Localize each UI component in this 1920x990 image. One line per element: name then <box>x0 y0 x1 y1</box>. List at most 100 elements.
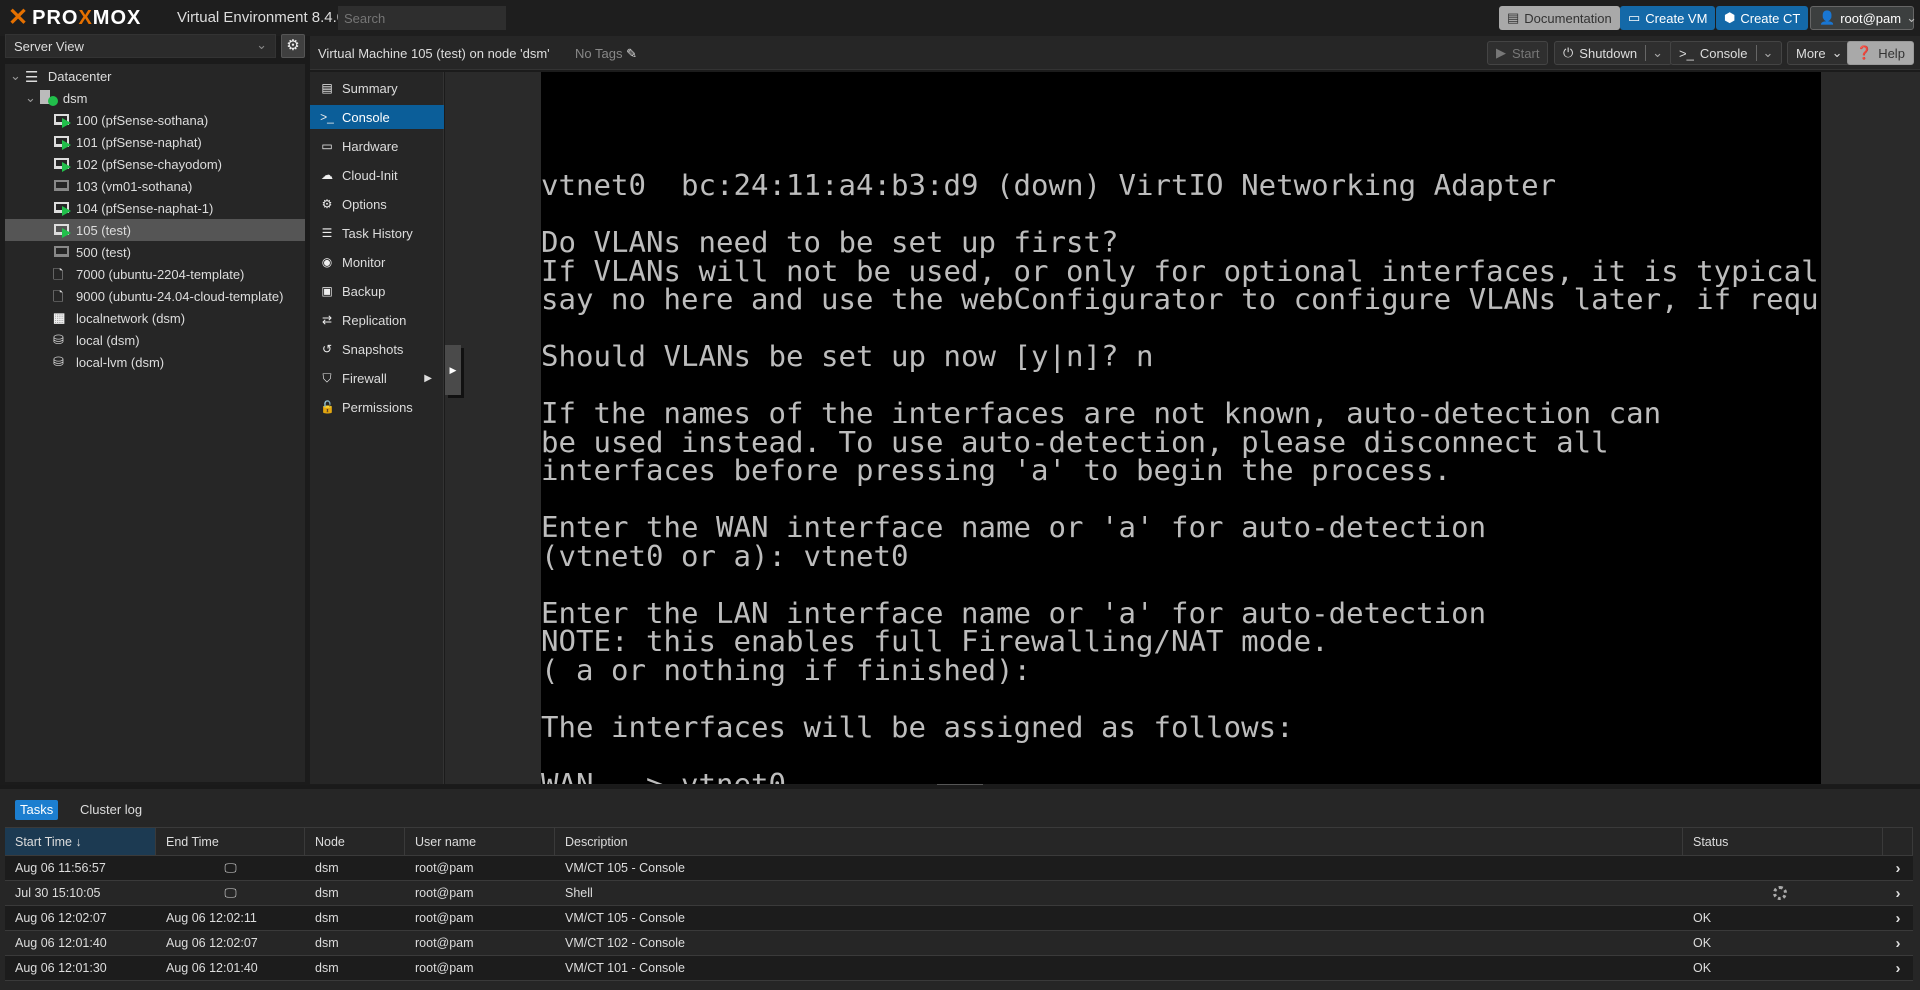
content-header: Virtual Machine 105 (test) on node 'dsm'… <box>310 36 1920 70</box>
search-input[interactable] <box>338 6 506 30</box>
console-line: If the names of the interfaces are not k… <box>541 397 1662 430</box>
tree-item-storage[interactable]: ⛁ local (dsm) <box>5 329 305 351</box>
chevron-down-icon: ⌄ <box>256 37 267 52</box>
unlock-icon: 🔓 <box>320 400 335 414</box>
chevron-down-icon[interactable]: ⌄ <box>1645 45 1663 61</box>
cell-start: Jul 30 15:10:05 <box>15 886 101 900</box>
col-start-time[interactable]: Start Time ↓ <box>5 828 156 855</box>
monitor-icon: 🖵 <box>224 885 237 900</box>
tree-item-template[interactable]: 🗋 9000 (ubuntu-24.04-cloud-template) <box>5 285 305 307</box>
console-button[interactable]: >_ Console ⌄ <box>1670 41 1783 65</box>
vm-running-icon <box>53 200 71 216</box>
database-icon: ⛁ <box>53 354 64 369</box>
console-line: interfaces before pressing 'a' to begin … <box>541 454 1452 487</box>
expand-arrow-icon: ▶ <box>424 372 432 384</box>
col-description[interactable]: Description <box>555 828 1683 855</box>
nav-backup[interactable]: ▣ Backup <box>310 279 444 303</box>
cell-description: VM/CT 105 - Console <box>565 861 685 875</box>
create-ct-button[interactable]: ⬢ Create CT <box>1716 6 1809 30</box>
cell-user: root@pam <box>415 861 474 875</box>
nav-monitor[interactable]: ◉ Monitor <box>310 250 444 274</box>
table-row[interactable]: Jul 30 15:10:05 🖵 dsm root@pam Shell › <box>5 881 1913 906</box>
console-line: ( a or nothing if finished): <box>541 653 1032 687</box>
nav-hardware[interactable]: ▭ Hardware <box>310 134 444 158</box>
vnc-console-screen[interactable]: vtnet0 bc:24:11:a4:b3:d9 (down) VirtIO N… <box>541 72 1821 784</box>
tab-cluster-log[interactable]: Cluster log <box>80 800 142 820</box>
nav-console[interactable]: >_ Console <box>310 105 444 129</box>
cell-description: VM/CT 101 - Console <box>565 961 685 975</box>
cell-node: dsm <box>315 961 339 975</box>
user-menu-button[interactable]: 👤 root@pam ⌄ <box>1810 6 1917 30</box>
server-rack-icon: ☰ <box>24 69 39 86</box>
nav-options[interactable]: ⚙ Options <box>310 192 444 216</box>
top-bar: ✕PROXMOX Virtual Environment 8.4.0 ▤Docu… <box>0 0 1920 36</box>
history-icon: ↺ <box>321 342 333 356</box>
cell-status: OK <box>1693 961 1712 975</box>
table-row[interactable]: Aug 06 11:56:57 🖵 dsm root@pam VM/CT 105 - C… <box>5 856 1913 881</box>
tree-item-vm[interactable]: 103 (vm01-sothana) <box>5 175 305 197</box>
question-icon: ❓ <box>1856 45 1873 60</box>
console-line: Enter the WAN interface name or 'a' for … <box>541 511 1487 544</box>
nav-firewall[interactable]: ⛉ Firewall ▶ <box>310 366 444 390</box>
documentation-button[interactable]: ▤ Documentation <box>1499 6 1620 30</box>
chevron-right-icon[interactable]: › <box>1883 931 1913 955</box>
tree-item-vm[interactable]: 100 (pfSense-sothana) <box>5 109 305 131</box>
monitor-icon: 🖵 <box>224 860 237 875</box>
table-row[interactable]: Aug 06 12:01:30 Aug 06 12:01:40 dsm root@pa… <box>5 956 1913 981</box>
gear-icon: ⚙ <box>321 197 333 211</box>
nav-snapshots[interactable]: ↺ Snapshots <box>310 337 444 361</box>
nav-cloud-init[interactable]: ☁ Cloud-Init <box>310 163 444 187</box>
collapse-nav-handle[interactable]: ▶ <box>445 345 461 395</box>
chevron-right-icon[interactable]: › <box>1883 956 1913 980</box>
start-button[interactable]: ▶ Start <box>1487 41 1549 65</box>
pencil-icon: ✎ <box>626 46 637 61</box>
product-version: Virtual Environment 8.4.0 <box>177 9 346 26</box>
col-end-time[interactable]: End Time <box>156 828 305 855</box>
col-node[interactable]: Node <box>305 828 405 855</box>
nav-task-history[interactable]: ☰ Task History <box>310 221 444 245</box>
cell-status: OK <box>1693 911 1712 925</box>
vm-running-icon <box>53 156 71 172</box>
more-button[interactable]: More ⌄ <box>1787 41 1852 65</box>
chevron-down-icon[interactable]: ⌄ <box>1755 45 1773 61</box>
tab-tasks[interactable]: Tasks <box>15 800 59 820</box>
tree-item-vm-selected[interactable]: 105 (test) <box>5 219 305 241</box>
cell-description: Shell <box>565 886 593 900</box>
tree-item-vm[interactable]: 102 (pfSense-chayodom) <box>5 153 305 175</box>
chevron-right-icon[interactable]: › <box>1883 881 1913 905</box>
tree-item-sdn[interactable]: ▦ localnetwork (dsm) <box>5 307 305 329</box>
nav-replication[interactable]: ⇄ Replication <box>310 308 444 332</box>
vm-stopped-icon <box>53 178 71 194</box>
cube-icon: ⬢ <box>1724 10 1736 25</box>
nav-summary[interactable]: ▤ Summary <box>310 76 444 100</box>
template-icon: 🗋 <box>53 267 64 282</box>
col-status[interactable]: Status <box>1683 828 1883 855</box>
help-button[interactable]: ❓ Help <box>1847 41 1914 65</box>
table-row[interactable]: Aug 06 12:01:40 Aug 06 12:02:07 dsm root@pa… <box>5 931 1913 956</box>
vm-running-icon <box>53 112 71 128</box>
view-selector[interactable]: Server View ⌄ <box>5 34 276 58</box>
chevron-right-icon[interactable]: › <box>1883 906 1913 930</box>
grid-icon: ▦ <box>53 310 66 325</box>
tree-settings-button[interactable]: ⚙ <box>281 34 305 58</box>
retweet-icon: ⇄ <box>321 313 333 327</box>
tree-item-node[interactable]: ⌄ dsm <box>5 87 305 109</box>
table-row[interactable]: Aug 06 12:02:07 Aug 06 12:02:11 dsm root@pa… <box>5 906 1913 931</box>
col-user[interactable]: User name <box>405 828 555 855</box>
tree-item-vm[interactable]: 104 (pfSense-naphat-1) <box>5 197 305 219</box>
chevron-right-icon[interactable]: › <box>1883 856 1913 880</box>
vm-running-icon <box>53 222 71 238</box>
shutdown-button[interactable]: ⏻ Shutdown ⌄ <box>1554 41 1673 65</box>
cell-end: Aug 06 12:02:07 <box>166 936 258 950</box>
tags-edit[interactable]: No Tags ✎ <box>575 46 637 62</box>
tree-item-storage[interactable]: ⛁ local-lvm (dsm) <box>5 351 305 373</box>
create-vm-button[interactable]: ▭ Create VM <box>1620 6 1716 30</box>
tree-item-vm[interactable]: 500 (test) <box>5 241 305 263</box>
tree-item-datacenter[interactable]: ⌄ ☰ Datacenter <box>5 65 305 87</box>
tree-item-template[interactable]: 🗋 7000 (ubuntu-2204-template) <box>5 263 305 285</box>
terminal-icon: >_ <box>1679 45 1694 61</box>
nav-permissions[interactable]: 🔓 Permissions <box>310 395 444 419</box>
tree-item-vm[interactable]: 101 (pfSense-naphat) <box>5 131 305 153</box>
